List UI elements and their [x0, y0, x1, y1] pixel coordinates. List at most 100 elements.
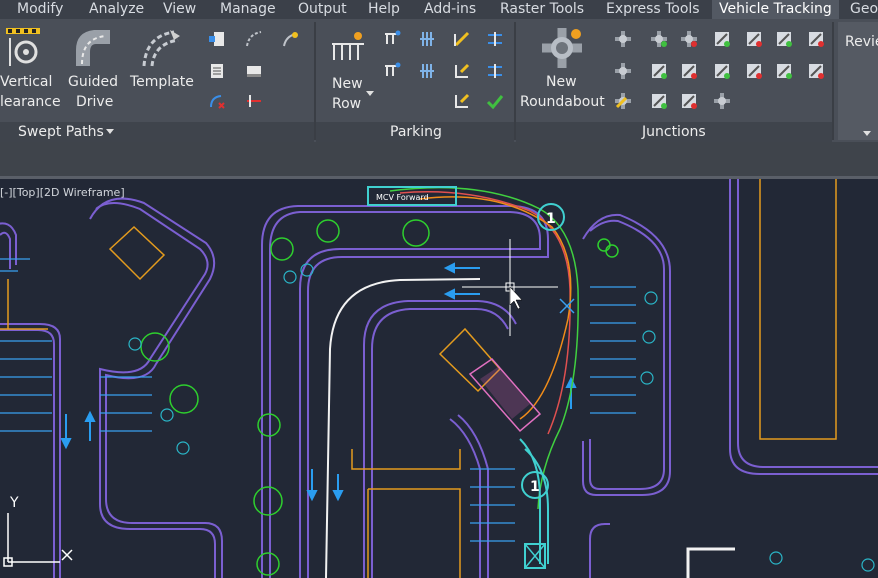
- vertical-clearance-icon[interactable]: [4, 26, 44, 70]
- guided-drive-line2: Drive: [76, 94, 114, 110]
- lane-copy-icon[interactable]: [713, 62, 731, 80]
- tab-output[interactable]: Output: [298, 0, 347, 19]
- file-tab-strip: [0, 142, 878, 176]
- road-edge: [0, 231, 11, 269]
- tab-express-tools[interactable]: Express Tools: [606, 0, 700, 19]
- splitter-remove-icon[interactable]: [680, 92, 698, 110]
- guided-drive-line1: Guided: [68, 74, 118, 90]
- menu-bar: Modify Analyze View Manage Output Help A…: [0, 0, 878, 19]
- tab-manage[interactable]: Manage: [220, 0, 276, 19]
- lane-delete-icon[interactable]: [745, 62, 763, 80]
- panel-separator: [832, 22, 834, 140]
- bay-edit-icon[interactable]: [453, 92, 471, 110]
- parking-direction-icon[interactable]: [486, 62, 504, 80]
- ribbon-chevron-down-icon[interactable]: [862, 130, 872, 138]
- road-edge: [95, 202, 216, 578]
- road-edge: [589, 219, 665, 490]
- tab-analyze[interactable]: Analyze: [89, 0, 144, 19]
- parking-layout-icon[interactable]: [418, 62, 436, 80]
- new-roundabout-line1: New: [546, 74, 577, 90]
- splitter-add-icon[interactable]: [650, 92, 668, 110]
- lot-edge: [686, 547, 735, 578]
- swept-path-green: [389, 186, 579, 510]
- vehicle-cross: [524, 543, 546, 569]
- road-edge: [363, 300, 517, 578]
- edit-bay-icon[interactable]: [453, 30, 471, 48]
- parking-label[interactable]: Parking: [390, 123, 442, 141]
- building-outline: [759, 179, 837, 440]
- edit-path-icon[interactable]: [245, 30, 263, 48]
- lane-edit-icon[interactable]: [775, 62, 793, 80]
- road-edge: [589, 523, 610, 578]
- centre-line: [325, 278, 481, 578]
- road-edge: [729, 179, 878, 475]
- vehicle-tag: MCV Forward: [376, 193, 429, 202]
- vehicle-view-icon[interactable]: [245, 62, 263, 80]
- junction-merge-icon[interactable]: [713, 92, 731, 110]
- review-label[interactable]: Revie: [845, 32, 878, 52]
- road-edge: [89, 197, 223, 578]
- parking-row-icon[interactable]: [383, 62, 401, 80]
- tab-raster-tools[interactable]: Raster Tools: [500, 0, 584, 19]
- tab-vehicle-tracking[interactable]: Vehicle Tracking: [712, 0, 839, 19]
- junction-add-icon[interactable]: [650, 30, 668, 48]
- chevron-down-icon[interactable]: [105, 128, 115, 136]
- arm-remove-icon[interactable]: [745, 30, 763, 48]
- vertical-clearance-line1: Vertical: [0, 74, 53, 90]
- arm-add-icon[interactable]: [713, 30, 731, 48]
- road-edge: [449, 418, 481, 578]
- swept-path-properties-icon[interactable]: [282, 30, 300, 48]
- new-roundabout-line2: Roundabout: [520, 94, 605, 110]
- building-outline: [108, 225, 166, 281]
- report-icon[interactable]: [208, 62, 226, 80]
- vehicle-library-icon[interactable]: [208, 30, 226, 48]
- new-row-dropdown-icon[interactable]: [366, 91, 374, 97]
- junctions-label[interactable]: Junctions: [642, 123, 706, 141]
- road-edge: [737, 179, 878, 468]
- guided-drive-icon[interactable]: [72, 26, 114, 70]
- road-edge: [582, 213, 671, 496]
- arm-edit-icon[interactable]: [775, 30, 793, 48]
- template-label: Template: [130, 74, 194, 90]
- lane-add-icon[interactable]: [650, 62, 668, 80]
- junction-select-icon[interactable]: [614, 62, 632, 80]
- bay-angle-icon[interactable]: [453, 62, 471, 80]
- ucs-icon: [3, 513, 73, 567]
- parking-grid-icon[interactable]: [418, 30, 436, 48]
- tab-view[interactable]: View: [163, 0, 196, 19]
- tab-modify[interactable]: Modify: [17, 0, 63, 19]
- new-row-line2: Row: [332, 96, 362, 112]
- tab-geo[interactable]: Geo: [850, 0, 878, 19]
- mouse-pointer-icon: [509, 286, 523, 310]
- reverse-path-icon[interactable]: [208, 92, 226, 110]
- lane-remove-icon[interactable]: [680, 62, 698, 80]
- snap-marker: [559, 298, 575, 314]
- road-edge: [457, 414, 489, 578]
- new-row-icon[interactable]: [330, 30, 366, 66]
- parking-arrows-icon[interactable]: [486, 30, 504, 48]
- junction-edit-icon[interactable]: [614, 92, 632, 110]
- marker-label: 1: [546, 211, 556, 227]
- tab-help[interactable]: Help: [368, 0, 400, 19]
- arm-settings-icon[interactable]: [807, 30, 825, 48]
- parking-bay-icon[interactable]: [383, 30, 401, 48]
- template-icon[interactable]: [140, 26, 184, 70]
- parking-check-icon[interactable]: [486, 92, 504, 110]
- cad-drawing[interactable]: MCV Forward 1 1 Y: [0, 179, 878, 578]
- ucs-y-label: Y: [9, 495, 19, 511]
- tab-add-ins[interactable]: Add-ins: [424, 0, 476, 19]
- building-outline: [0, 279, 48, 330]
- junction-remove-icon[interactable]: [680, 30, 698, 48]
- clearance-check-icon[interactable]: [245, 92, 263, 110]
- new-roundabout-icon[interactable]: [540, 26, 584, 70]
- vertical-clearance-line2: learance: [0, 94, 61, 110]
- swept-path-cyan: [519, 438, 541, 564]
- building-outline: [367, 488, 461, 578]
- road-edge: [0, 323, 61, 578]
- marker-label: 1: [530, 479, 540, 495]
- swept-paths-label[interactable]: Swept Paths: [18, 123, 104, 141]
- building-outline: [351, 449, 461, 470]
- junction-node-icon[interactable]: [614, 30, 632, 48]
- new-row-line1: New: [332, 76, 363, 92]
- lane-settings-icon[interactable]: [807, 62, 825, 80]
